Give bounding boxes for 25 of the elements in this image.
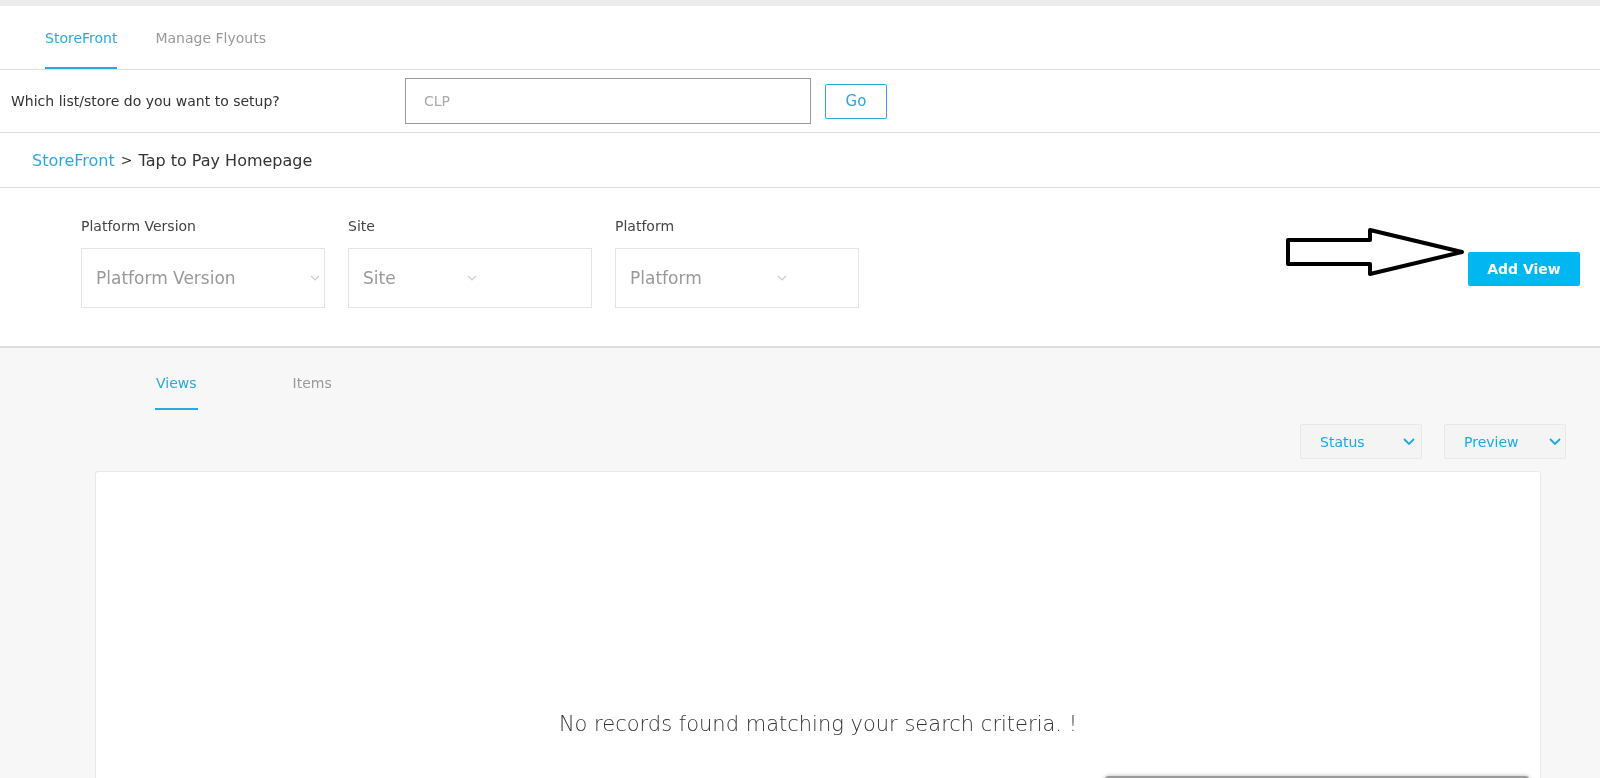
chevron-down-icon <box>467 275 477 281</box>
filter-dropdown[interactable]: Platform Version <box>81 248 325 308</box>
breadcrumb-separator: > <box>120 152 133 168</box>
filter-dropdown[interactable]: Preview <box>1444 424 1566 459</box>
filter-label: Platform Version <box>81 218 197 234</box>
nav-tab[interactable]: Manage Flyouts <box>155 6 266 69</box>
content-tab[interactable]: Views <box>155 358 198 410</box>
breadcrumb-link[interactable]: StoreFront <box>32 150 115 170</box>
chevron-down-icon <box>1549 438 1561 445</box>
filter-label: Platform <box>615 218 676 234</box>
add-view-button[interactable]: Add View <box>1468 252 1580 286</box>
nav-tab[interactable]: StoreFront <box>45 6 118 69</box>
empty-message: No records found matching your search criteria. ! <box>558 712 1078 738</box>
setup-question: Which list/store do you want to setup? <box>11 93 281 109</box>
go-button[interactable]: Go <box>825 83 887 119</box>
filter-dropdown[interactable]: Site <box>348 248 592 308</box>
chevron-down-icon <box>777 275 787 281</box>
content-tab[interactable]: Items <box>291 358 333 410</box>
breadcrumb-current: Tap to Pay Homepage <box>138 150 313 170</box>
filter-label: Site <box>348 218 376 234</box>
chevron-down-icon <box>310 275 320 281</box>
chevron-down-icon <box>1403 438 1415 445</box>
filter-dropdown[interactable]: Status <box>1300 424 1422 459</box>
store-input-field[interactable]: CLP <box>405 78 811 124</box>
filter-dropdown[interactable]: Platform <box>615 248 859 308</box>
